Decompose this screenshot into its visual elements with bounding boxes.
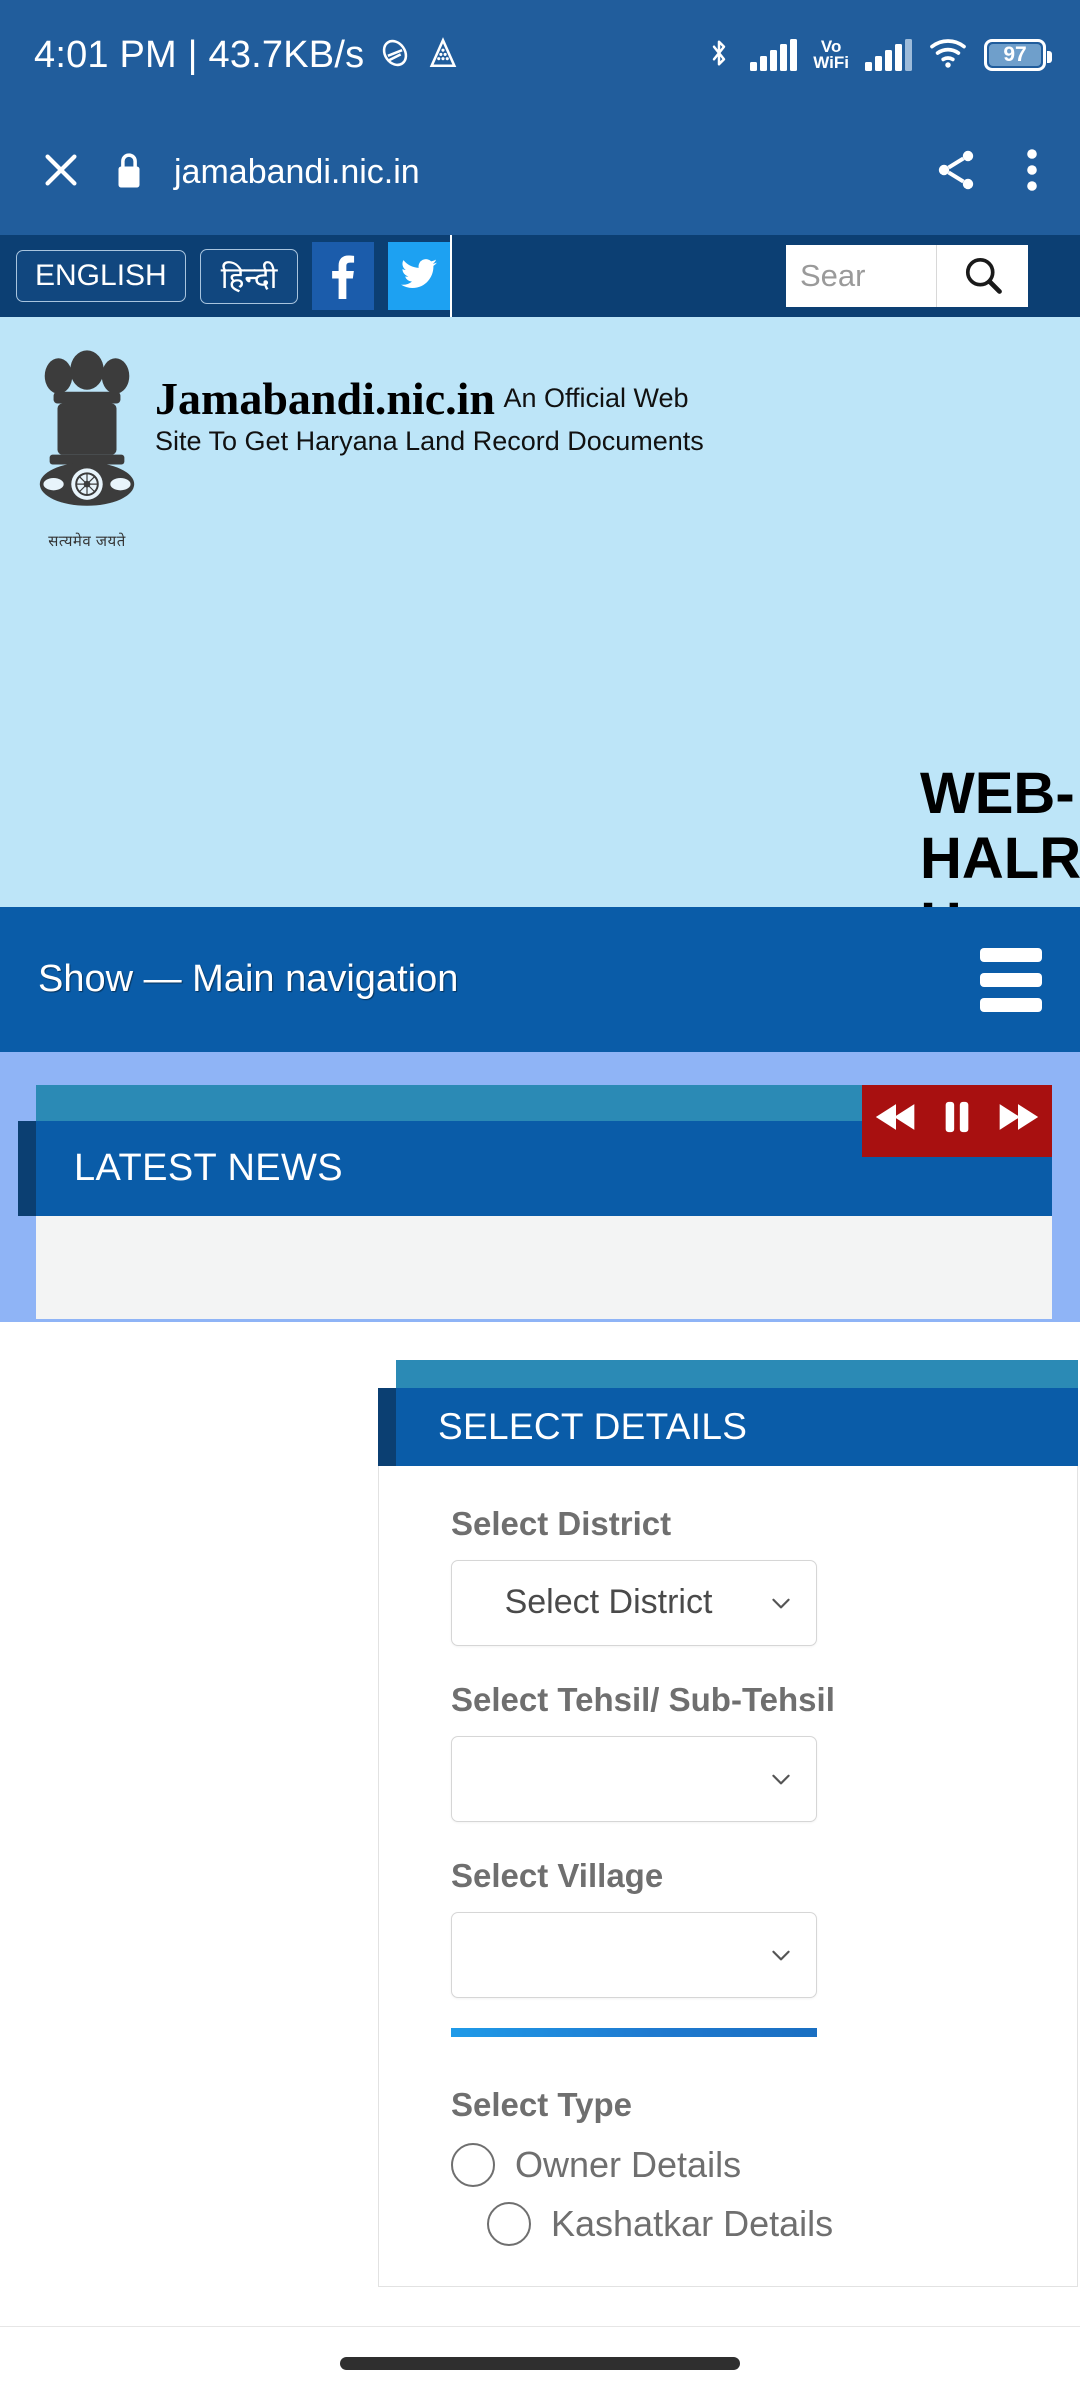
status-bar-right: Vo WiFi 97 [704,35,1052,76]
main-navigation-bar[interactable]: Show — Main navigation [0,907,1080,1052]
close-icon[interactable] [38,147,84,198]
select-details-section: SELECT DETAILS Select District Select Di… [0,1322,1080,2400]
news-title: LATEST NEWS [74,1147,344,1189]
vowifi-icon: Vo WiFi [813,38,849,72]
news-forward-icon[interactable] [996,1100,1040,1143]
village-select[interactable] [451,1911,817,1998]
webhalris-line-1: WEB- [920,761,1075,826]
card-top-accent [396,1360,1078,1388]
section-divider [451,2027,817,2037]
share-icon[interactable] [932,146,980,199]
url-text[interactable]: jamabandi.nic.in [174,153,904,192]
radio-button-icon[interactable] [451,2142,495,2187]
webhalris-line-2: HALR [920,825,1080,891]
status-bar-left: 4:01 PM | 43.7KB/s [34,34,460,77]
search-button[interactable] [936,245,1028,307]
select-details-card: SELECT DETAILS Select District Select Di… [378,1360,1078,2288]
status-clock-network: 4:01 PM | 43.7KB/s [34,33,365,76]
news-rewind-icon[interactable] [874,1100,918,1143]
emblem-motto: सत्यमेव जयते [48,533,126,550]
vowifi-line2: WiFi [813,53,849,72]
tehsil-label: Select Tehsil/ Sub-Tehsil [451,1680,835,1718]
radio-owner-label: Owner Details [515,2144,742,2186]
district-select-value: Select District [504,1583,713,1622]
search-input[interactable] [786,245,936,307]
signal-bars-icon [750,39,798,71]
site-banner: सत्यमेव जयते Jamabandi.nic.in An Officia… [0,317,1080,907]
news-ticker-body [36,1216,1052,1319]
card-header-title: SELECT DETAILS [438,1406,748,1447]
site-brand: Jamabandi.nic.in An Official Web Site To… [155,372,715,459]
india-national-emblem: सत्यमेव जयते [22,339,152,551]
battery-icon: 97 [984,39,1052,71]
ads-triangle-icon [426,36,460,75]
language-hindi-button[interactable]: हिन्दी [199,248,299,304]
wifi-icon [928,37,968,74]
chevron-down-icon [768,1942,794,1968]
news-pause-icon[interactable] [942,1100,972,1143]
data-saver-icon [378,36,412,75]
radio-button-icon[interactable] [487,2201,531,2246]
status-bar: 4:01 PM | 43.7KB/s Vo WiFi 97 [0,0,1080,110]
chevron-down-icon [768,1766,794,1792]
bluetooth-icon [704,35,734,76]
type-label: Select Type [451,2085,632,2123]
facebook-icon[interactable] [312,242,375,310]
latest-news-panel: LATEST NEWS [18,1085,1052,1319]
tehsil-select[interactable] [451,1735,817,1822]
system-gesture-bar [0,2326,1080,2400]
latest-news-section: LATEST NEWS [0,1052,1080,1322]
radio-kashatkar-label: Kashatkar Details [551,2203,834,2245]
district-label: Select District [451,1505,672,1542]
chevron-down-icon [768,1590,794,1616]
overflow-menu-icon[interactable] [1022,146,1042,199]
lock-icon [112,149,146,196]
browser-toolbar: jamabandi.nic.in [0,110,1080,235]
hamburger-menu-icon[interactable] [980,947,1042,1012]
language-and-social-group: ENGLISH हिन्दी [0,235,453,317]
district-select[interactable]: Select District [451,1559,817,1646]
news-marquee-controls[interactable] [862,1085,1052,1157]
webhalris-line-3: Harya [920,891,1080,907]
card-header: SELECT DETAILS [378,1388,1078,1466]
main-navigation-label: Show — Main navigation [38,958,459,1000]
battery-level: 97 [1003,43,1027,66]
signal-bars-2-icon [865,39,912,71]
radio-owner-details[interactable]: Owner Details [451,2142,1005,2187]
site-search [786,245,1028,307]
radio-kashatkar-details[interactable]: Kashatkar Details [451,2201,1005,2246]
brand-title: Jamabandi.nic.in [155,373,495,424]
village-label: Select Village [451,1856,664,1894]
language-english-button[interactable]: ENGLISH [16,250,186,302]
card-body: Select District Select District Select T… [378,1466,1078,2288]
twitter-icon[interactable] [388,242,451,310]
gesture-pill[interactable] [340,2357,740,2370]
search-icon [961,253,1005,300]
webhalris-heading: WEB- HALR Harya [920,761,1080,907]
site-top-bar: ENGLISH हिन्दी [0,235,1080,317]
